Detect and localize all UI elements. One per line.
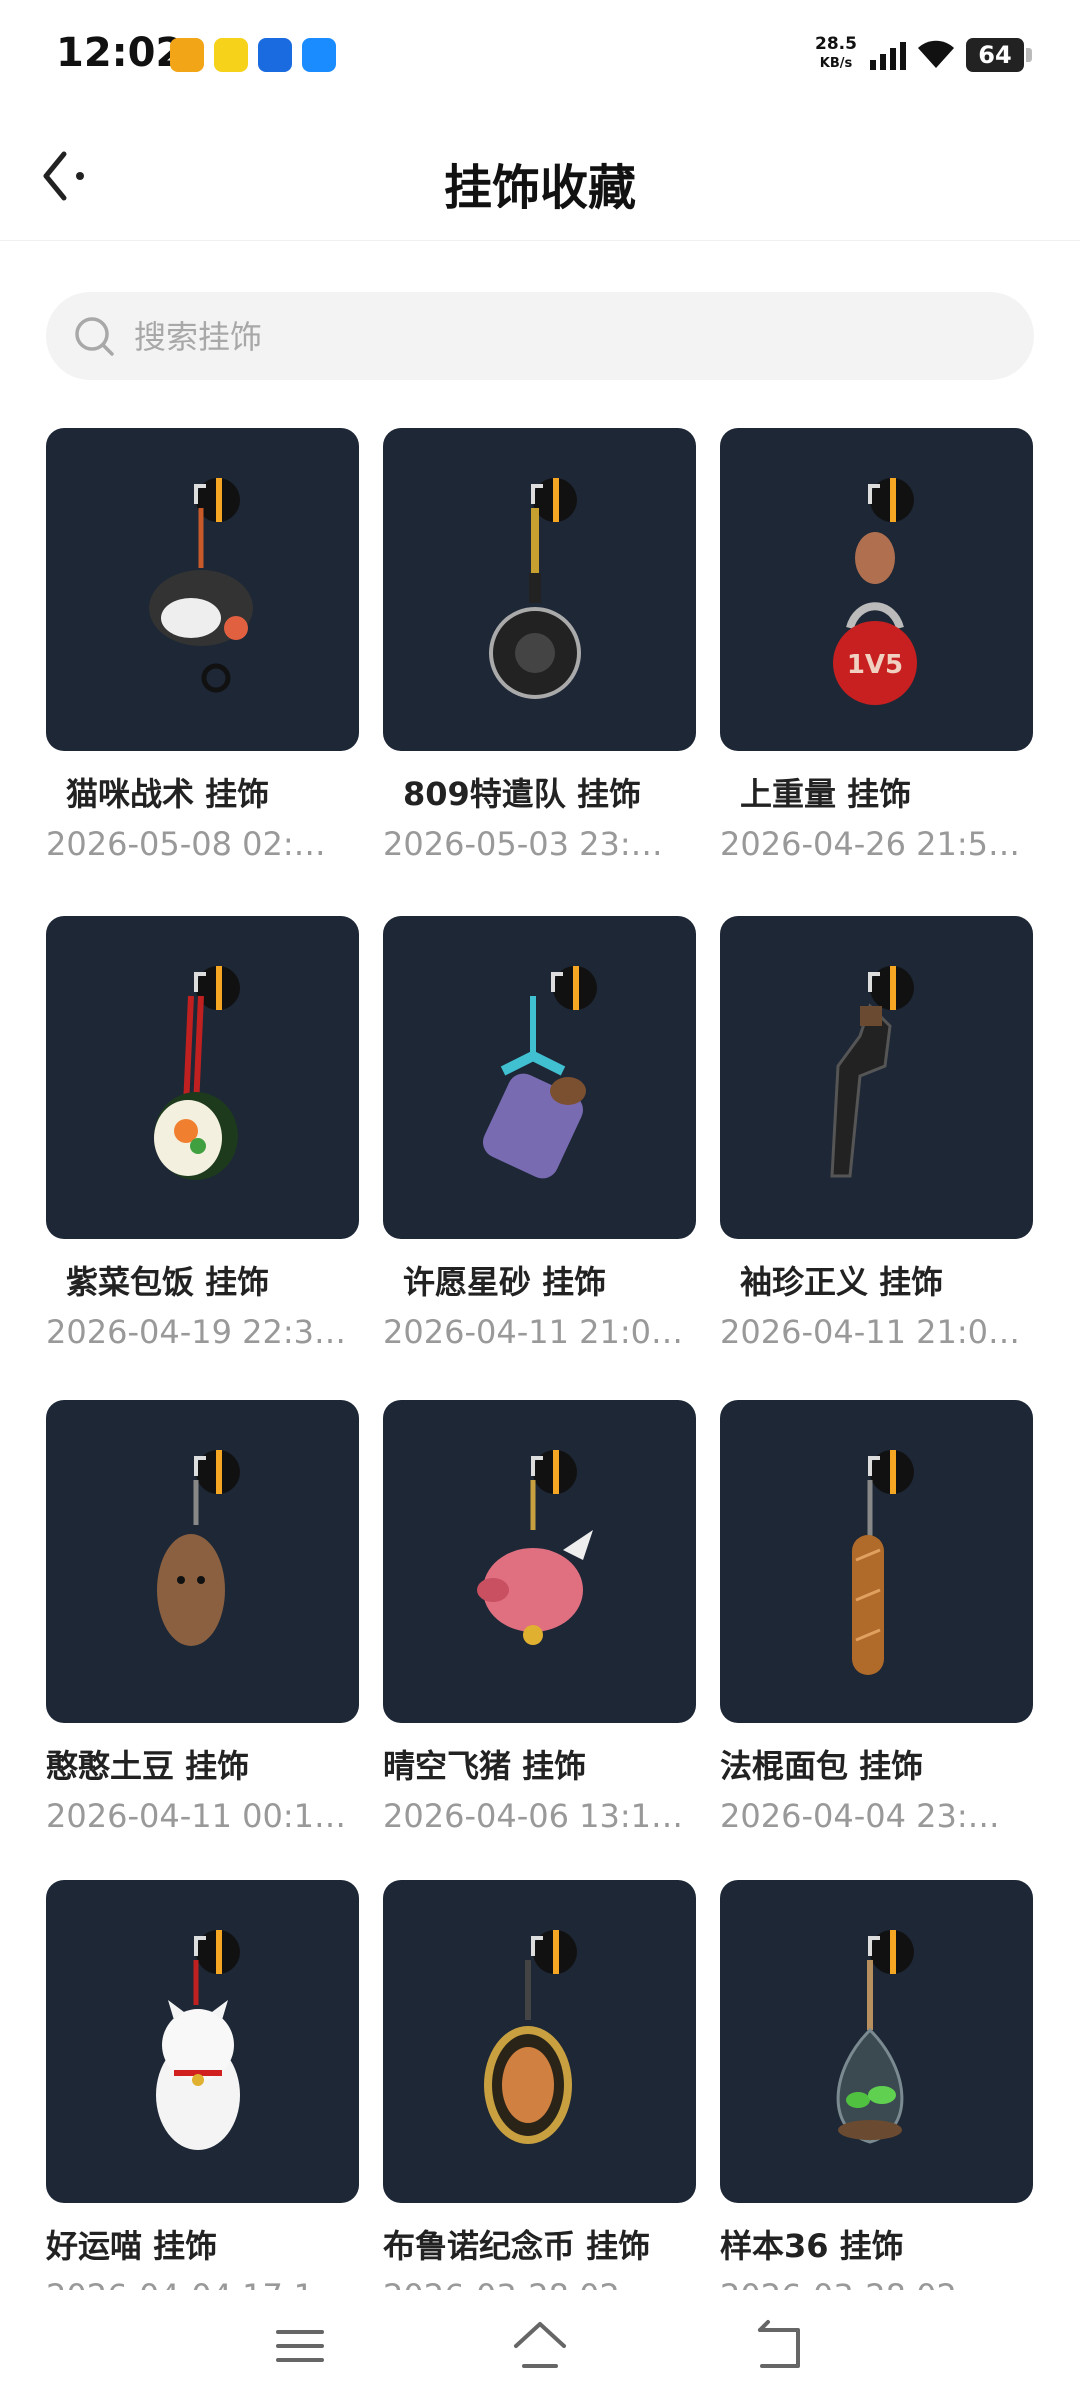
net-speed: 28.5 KB/s	[808, 34, 864, 74]
pendant-name: 法棍面包 挂饰	[720, 1747, 924, 1785]
net-speed-value: 28.5	[815, 34, 857, 54]
pendant-card[interactable]: 晴空飞猪 挂饰 2026-04-06 13:1…	[383, 1400, 696, 1835]
terrarium-pendant-icon	[836, 1930, 914, 2144]
pendant-thumbnail	[720, 1880, 1033, 2203]
app-notification-icon	[258, 38, 292, 72]
pendant-thumbnail: 1V5	[720, 428, 1033, 751]
pendant-name: 许愿星砂 挂饰	[403, 1263, 607, 1301]
pendant-card[interactable]: 猫咪战术 挂饰 2026-05-08 02:…	[46, 428, 359, 863]
app-notification-icon	[170, 38, 204, 72]
menu-icon[interactable]	[270, 2316, 330, 2376]
search-icon	[75, 317, 114, 356]
kettlebell-label: 1V5	[847, 650, 903, 680]
pendant-date: 2026-04-04 23:…	[720, 1797, 1000, 1835]
pendant-thumbnail	[383, 428, 696, 751]
pendant-card[interactable]: 布鲁诺纪念币 挂饰 2026-03-28 02:…	[383, 1880, 696, 2315]
pendant-card[interactable]: 809特遣队 挂饰 2026-05-03 23:…	[383, 428, 696, 863]
app-notification-icon	[214, 38, 248, 72]
search-input[interactable]	[132, 292, 1016, 382]
system-nav-bar	[0, 2290, 1080, 2400]
pendant-date: 2026-05-08 02:…	[46, 825, 326, 863]
coin-pendant-icon	[484, 1930, 577, 2144]
sushi-pendant-icon	[154, 966, 240, 1180]
battery-tip	[1026, 48, 1032, 62]
baguette-pendant-icon	[852, 1450, 914, 1675]
home-icon[interactable]	[510, 2316, 570, 2376]
app-notification-icon	[302, 38, 336, 72]
lucky-cat-pendant-icon	[156, 1930, 240, 2150]
pendant-name: 809特遣队 挂饰	[403, 775, 641, 813]
pendant-card[interactable]: 袖珍正义 挂饰 2026-04-11 21:0…	[720, 916, 1033, 1351]
pendant-card[interactable]: 样本36 挂饰 2026-03-28 02:…	[720, 1880, 1033, 2315]
pendant-date: 2026-04-11 21:0…	[383, 1313, 683, 1351]
pendant-date: 2026-04-26 21:5…	[720, 825, 1020, 863]
pendant-card[interactable]: 紫菜包饭 挂饰 2026-04-19 22:3…	[46, 916, 359, 1351]
pendant-thumbnail	[383, 916, 696, 1239]
pendant-thumbnail	[383, 1880, 696, 2203]
return-icon[interactable]	[750, 2316, 810, 2376]
pendant-thumbnail	[46, 1880, 359, 2203]
pendant-name: 紫菜包饭 挂饰	[66, 1263, 270, 1301]
pendant-thumbnail	[720, 916, 1033, 1239]
pendant-thumbnail	[720, 1400, 1033, 1723]
net-speed-unit: KB/s	[819, 56, 853, 71]
pendant-name: 好运喵 挂饰	[46, 2227, 218, 2265]
pendant-name: 布鲁诺纪念币 挂饰	[383, 2227, 651, 2265]
pendant-date: 2026-04-11 21:0…	[720, 1313, 1020, 1351]
pendant-name: 上重量 挂饰	[740, 775, 912, 813]
pendant-thumbnail	[383, 1400, 696, 1723]
pendant-date: 2026-04-11 00:1…	[46, 1797, 346, 1835]
pendant-date: 2026-04-19 22:3…	[46, 1313, 346, 1351]
kettlebell-pendant-icon: 1V5	[833, 478, 917, 705]
status-bar: 12:02 28.5 KB/s 64	[0, 0, 1080, 110]
pendant-thumbnail	[46, 916, 359, 1239]
star-jar-pendant-icon	[482, 966, 597, 1179]
pan-pendant-icon	[489, 478, 581, 699]
pendant-name: 猫咪战术 挂饰	[66, 775, 270, 813]
pendant-thumbnail	[46, 1400, 359, 1723]
signal-icon	[870, 42, 906, 70]
pendant-date: 2026-04-06 13:1…	[383, 1797, 683, 1835]
pendant-card[interactable]: 好运喵 挂饰 2026-04-04 17:1…	[46, 1880, 359, 2315]
pistol-pendant-icon	[830, 966, 914, 1178]
pendant-card[interactable]: 法棍面包 挂饰 2026-04-04 23:…	[720, 1400, 1033, 1835]
status-time: 12:02	[56, 30, 184, 76]
pendant-name: 袖珍正义 挂饰	[740, 1263, 944, 1301]
flying-pig-pendant-icon	[477, 1450, 593, 1645]
search-bar[interactable]	[46, 292, 1034, 382]
cat-pendant-icon	[149, 478, 253, 693]
pendant-card[interactable]: 许愿星砂 挂饰 2026-04-11 21:0…	[383, 916, 696, 1351]
pendant-name: 晴空飞猪 挂饰	[383, 1747, 587, 1785]
pendant-name: 憨憨土豆 挂饰	[46, 1747, 250, 1785]
pendant-thumbnail	[46, 428, 359, 751]
battery-indicator: 64	[966, 38, 1024, 72]
pendant-date: 2026-05-03 23:…	[383, 825, 663, 863]
pendant-name: 样本36 挂饰	[720, 2227, 904, 2265]
potato-pendant-icon	[157, 1450, 240, 1646]
pendant-card[interactable]: 1V5 上重量 挂饰 2026-04-26 21:5…	[720, 428, 1033, 863]
header: 挂饰收藏	[0, 110, 1080, 241]
wifi-icon	[918, 40, 954, 68]
pendant-card[interactable]: 憨憨土豆 挂饰 2026-04-11 00:1…	[46, 1400, 359, 1835]
page-title: 挂饰收藏	[443, 160, 636, 216]
